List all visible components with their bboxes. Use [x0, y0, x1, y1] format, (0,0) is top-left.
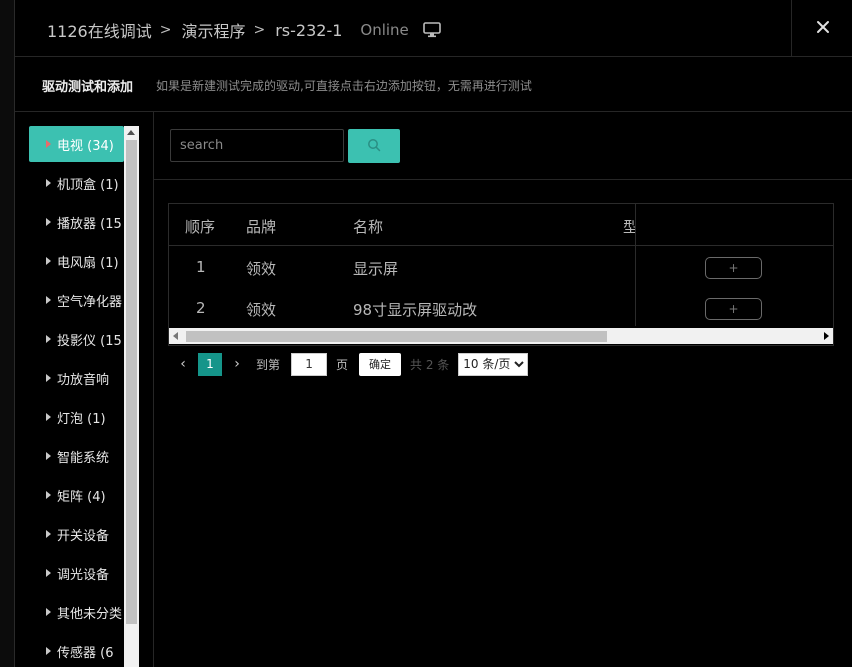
section-title: 驱动测试和添加 [42, 80, 134, 95]
description-bar: 驱动测试和添加 如果是新建测试完成的驱动,可直接点击右边添加按钮，无需再进行测试 [15, 57, 852, 112]
sidebar-item-projector[interactable]: 投影仪 (15 [29, 321, 124, 357]
breadcrumb-item-device[interactable]: 1126在线调试 [47, 18, 152, 42]
cell-brand: 领效 [246, 260, 277, 278]
sidebar-scrollbar[interactable] [124, 126, 139, 667]
table-scroll-thumb[interactable] [186, 331, 607, 342]
next-page-button[interactable]: › [222, 356, 252, 372]
sidebar-item-label: 空气净化器 [57, 294, 123, 310]
caret-right-icon [46, 218, 51, 226]
add-driver-button[interactable]: + [705, 298, 762, 320]
sidebar-item-label: 调光设备 [57, 567, 110, 583]
total-count: 共 2 条 [410, 357, 450, 372]
caret-right-icon [46, 530, 51, 538]
status-badge: Online [360, 21, 409, 39]
action-column: + + [635, 204, 833, 326]
breadcrumb: 1126在线调试 > 演示程序 > rs-232-1 Online [47, 18, 441, 42]
sidebar-item-label: 电视 (34) [57, 138, 114, 154]
scroll-right-icon[interactable] [824, 332, 829, 340]
sidebar-item-label: 功放音响 [57, 372, 110, 388]
prev-page-button[interactable]: ‹ [168, 356, 198, 372]
sidebar-item-label: 智能系统 [57, 450, 110, 466]
cell-brand: 领效 [246, 301, 277, 319]
cell-name: 显示屏 [353, 260, 399, 278]
sidebar-item-label: 播放器 (15 [57, 216, 122, 232]
close-icon [816, 19, 830, 38]
caret-right-icon [46, 179, 51, 187]
caret-right-icon [46, 335, 51, 343]
cell-name: 98寸显示屏驱动改 [353, 301, 478, 319]
sidebar-item-label: 矩阵 (4) [57, 489, 106, 505]
sidebar-item-label: 机顶盒 (1) [57, 177, 119, 193]
column-header-name: 名称 [353, 218, 384, 236]
sidebar-item-label: 投影仪 (15 [57, 333, 122, 349]
modal-header: 1126在线调试 > 演示程序 > rs-232-1 Online [15, 0, 852, 57]
sidebar-item-switch[interactable]: 开关设备 [29, 516, 124, 552]
driver-table: 顺序 品牌 名称 型 1 领效 显示屏 2 领效 98寸显示屏驱动改 + + [168, 203, 834, 346]
scroll-up-icon[interactable] [127, 130, 135, 135]
sidebar-item-dimmer[interactable]: 调光设备 [29, 555, 124, 591]
column-header-brand: 品牌 [246, 218, 277, 236]
sidebar-item-fan[interactable]: 电风扇 (1) [29, 243, 124, 279]
cell-order: 1 [196, 258, 206, 276]
caret-right-icon [46, 257, 51, 265]
confirm-button[interactable]: 确定 [359, 352, 402, 376]
add-driver-button[interactable]: + [705, 257, 762, 279]
sidebar-item-sensor[interactable]: 传感器 (6 [29, 633, 124, 667]
search-button[interactable] [348, 129, 400, 163]
cell-order: 2 [196, 299, 206, 317]
section-hint: 如果是新建测试完成的驱动,可直接点击右边添加按钮，无需再进行测试 [156, 79, 532, 93]
sidebar-item-smart-system[interactable]: 智能系统 [29, 438, 124, 474]
caret-right-icon [46, 413, 51, 421]
sidebar-item-amplifier[interactable]: 功放音响 [29, 360, 124, 396]
caret-right-icon [46, 140, 51, 148]
search-input[interactable] [170, 129, 344, 162]
sidebar-item-label: 灯泡 (1) [57, 411, 106, 427]
search-icon [367, 137, 381, 156]
breadcrumb-item-port: rs-232-1 [275, 20, 343, 40]
sidebar-item-label: 电风扇 (1) [57, 255, 119, 271]
debug-modal: 1126在线调试 > 演示程序 > rs-232-1 Online 驱动测试和添… [14, 0, 852, 667]
column-header-order: 顺序 [185, 218, 216, 236]
sidebar-item-label: 开关设备 [57, 528, 110, 544]
search-bar [154, 112, 852, 180]
page-suffix-label: 页 [336, 357, 349, 372]
sidebar-item-settop-box[interactable]: 机顶盒 (1) [29, 165, 124, 201]
scroll-left-icon[interactable] [173, 332, 178, 340]
sidebar-item-tv[interactable]: 电视 (34) [29, 126, 124, 162]
divider [153, 112, 154, 667]
goto-page-input[interactable] [291, 352, 328, 376]
action-column-header [636, 204, 833, 246]
sidebar-item-uncategorized[interactable]: 其他未分类 [29, 594, 124, 630]
sidebar-item-player[interactable]: 播放器 (15 [29, 204, 124, 240]
monitor-icon [422, 22, 441, 38]
caret-right-icon [46, 452, 51, 460]
goto-label: 到第 [256, 357, 281, 372]
page-number-current[interactable]: 1 [198, 352, 222, 376]
sidebar-item-matrix[interactable]: 矩阵 (4) [29, 477, 124, 513]
caret-right-icon [46, 374, 51, 382]
pagination: ‹ 1 › 到第 页 确定 共 2 条 10 条/页 [168, 352, 529, 376]
page-size-select[interactable]: 10 条/页 [458, 352, 529, 376]
sidebar-item-label: 其他未分类 [57, 606, 123, 622]
sidebar-item-bulb[interactable]: 灯泡 (1) [29, 399, 124, 435]
table-horizontal-scrollbar[interactable] [169, 328, 833, 344]
caret-right-icon [46, 491, 51, 499]
sidebar-item-label: 传感器 (6 [57, 645, 114, 661]
caret-right-icon [46, 608, 51, 616]
breadcrumb-item-program[interactable]: 演示程序 [181, 18, 245, 42]
close-button[interactable] [791, 0, 852, 56]
chevron-right-icon: > [253, 22, 266, 38]
caret-right-icon [46, 296, 51, 304]
caret-right-icon [46, 647, 51, 655]
sidebar-scroll-thumb[interactable] [126, 140, 137, 624]
sidebar-item-air-purifier[interactable]: 空气净化器 [29, 282, 124, 318]
chevron-right-icon: > [159, 22, 172, 38]
caret-right-icon [46, 569, 51, 577]
